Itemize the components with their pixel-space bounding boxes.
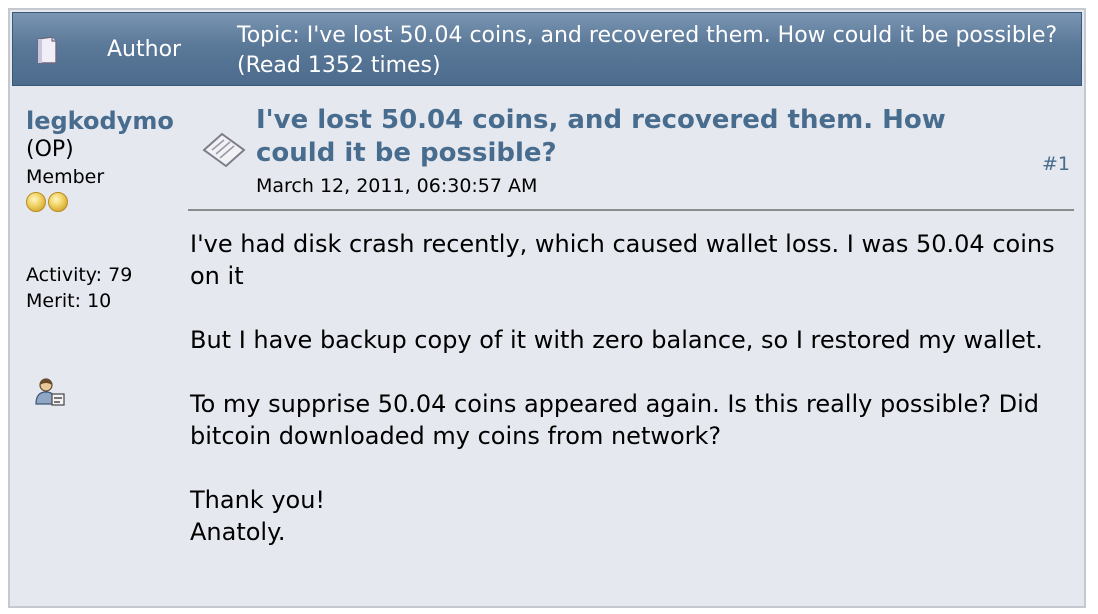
poster-info: legkodymo (OP) Member Activity: 79 Merit… (26, 106, 196, 412)
merit-count: Merit: 10 (26, 290, 112, 312)
topic-icon (37, 36, 57, 64)
post-paragraph: Thank you! Anatoly. (190, 484, 1080, 548)
post-paragraph: But I have backup copy of it with zero b… (190, 326, 1043, 354)
profile-icon[interactable] (34, 376, 66, 408)
poster-name-link[interactable]: legkodymo (26, 106, 196, 136)
activity-count: Activity: 79 (26, 264, 133, 286)
forum-post-frame: Author Topic: I've lost 50.04 coins, and… (8, 8, 1086, 608)
author-column-label: Author (107, 37, 182, 62)
post-number-link[interactable]: #1 (1042, 152, 1070, 176)
post-icon (202, 132, 246, 168)
post-divider (188, 209, 1074, 211)
coin-icon (26, 192, 46, 212)
post-header: I've lost 50.04 coins, and recovered the… (200, 104, 1070, 204)
op-badge: (OP) (26, 137, 74, 162)
post-signoff-line: Thank you! (190, 486, 326, 514)
post-paragraph: I've had disk crash recently, which caus… (190, 230, 1055, 290)
post-date: March 12, 2011, 06:30:57 AM (256, 175, 538, 197)
poster-stats: Activity: 79 Merit: 10 (26, 262, 196, 314)
post-paragraph: To my supprise 50.04 coins appeared agai… (190, 390, 1039, 450)
post-body: I've had disk crash recently, which caus… (190, 228, 1080, 548)
rank-coins (26, 192, 196, 216)
topic-header: Author Topic: I've lost 50.04 coins, and… (12, 12, 1082, 86)
coin-icon (48, 192, 68, 212)
topic-title: Topic: I've lost 50.04 coins, and recove… (237, 23, 1058, 78)
post-signoff-name: Anatoly. (190, 518, 286, 546)
member-rank: Member (26, 166, 105, 188)
post-title-link[interactable]: I've lost 50.04 coins, and recovered the… (256, 104, 976, 170)
